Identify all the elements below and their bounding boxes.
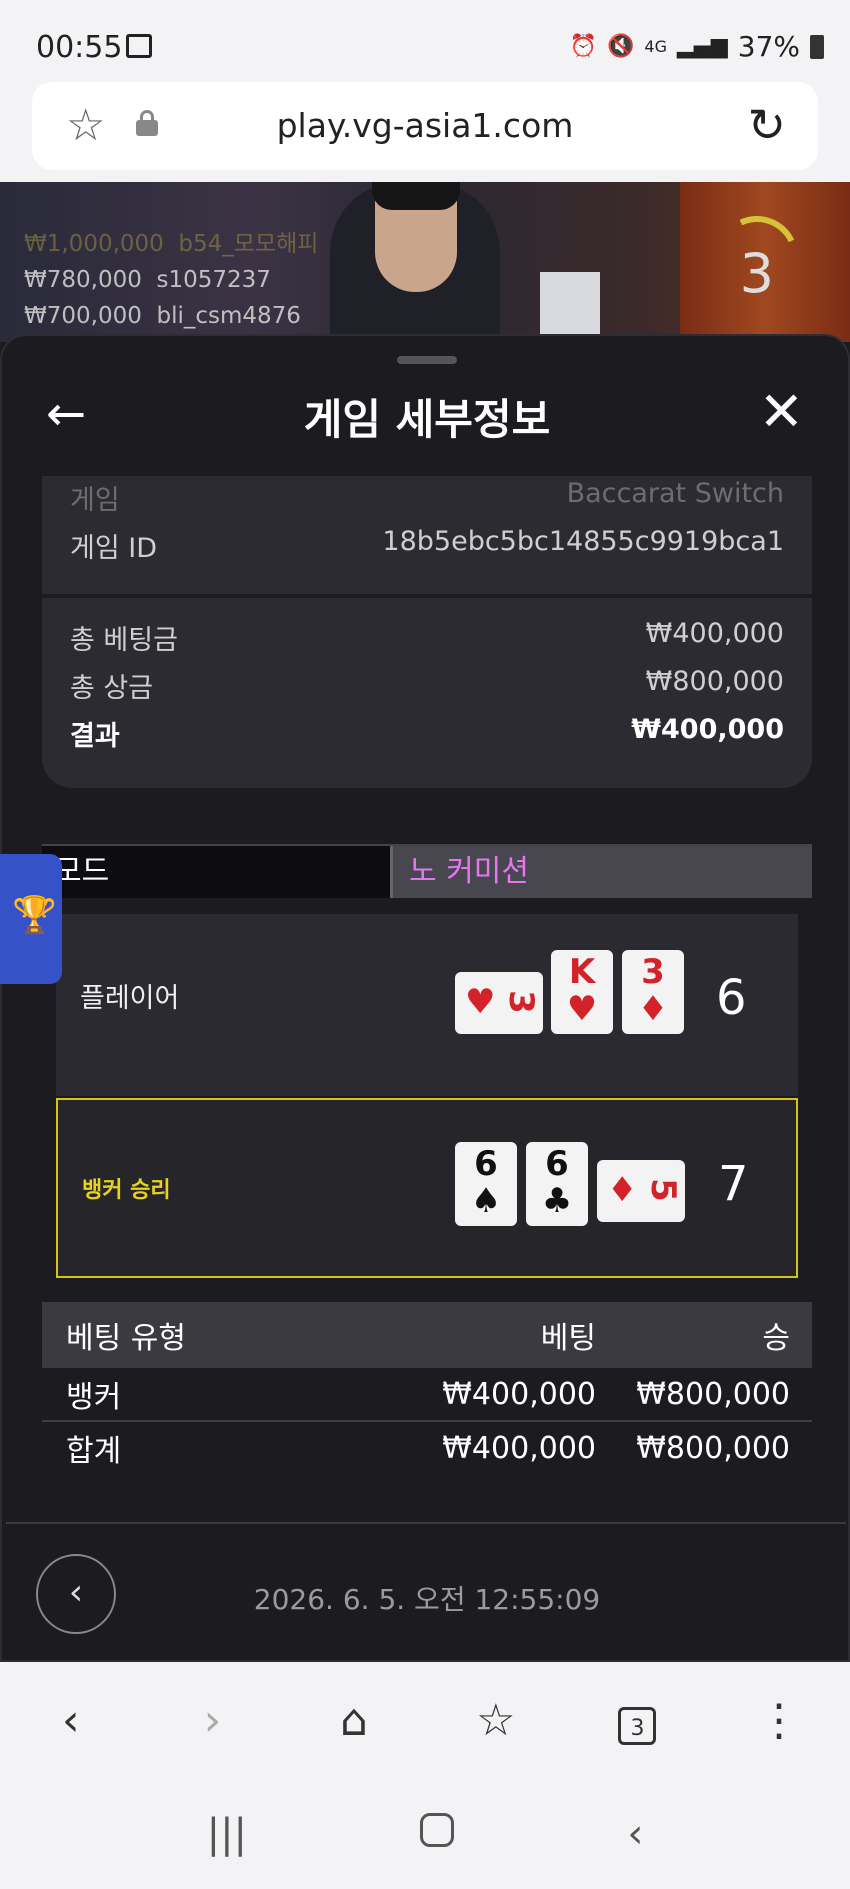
home-icon[interactable]: ⌂ — [314, 1695, 394, 1746]
close-icon[interactable]: ✕ — [759, 380, 804, 443]
signal-icon: ▂▄▆ — [677, 34, 728, 59]
leaderboard-tab[interactable]: 🏆 — [0, 854, 62, 984]
system-home-button[interactable] — [420, 1811, 455, 1857]
mode-value: 노 커미션 — [390, 846, 812, 898]
player-total: 6 — [716, 970, 747, 1026]
url-text[interactable]: play.vg-asia1.com — [32, 106, 818, 145]
browser-bottom-bar: ‹ › ⌂ ☆ 3 ⋮ — [0, 1662, 850, 1778]
round-datetime: 2026. 6. 5. 오전 12:55:09 — [253, 1583, 601, 1616]
winner-row: ₩700,000 bli_csm4876 — [24, 303, 301, 329]
bets-table: 베팅 유형 베팅 승 뱅커 ₩400,000 ₩800,000 합계 ₩400,… — [42, 1302, 812, 1474]
trophy-icon: 🏆 — [12, 895, 57, 936]
playing-card: 6 ♠ — [455, 1142, 517, 1226]
banker-hand: 뱅커 승리 6 ♠ 6 ♣ ♦ 5 7 — [56, 1098, 798, 1278]
status-icons: ⏰ 🔇 4G ▂▄▆ 37% — [570, 30, 824, 63]
system-nav-bar: ||| ‹ — [0, 1778, 850, 1889]
page-title: 게임 세부정보 — [303, 395, 551, 444]
mode-row: 모드 노 커미션 — [42, 844, 812, 898]
totals-card: 총 베팅금 ₩400,000 총 상금 ₩800,000 결과 ₩400,000 — [42, 598, 812, 788]
bookmarks-icon[interactable]: ☆ — [456, 1695, 536, 1746]
battery-percent: 37% — [737, 30, 800, 63]
game-info-card: 게임 Baccarat Switch 게임 ID 18b5ebc5bc14855c9… — [42, 476, 812, 594]
browser-back-icon[interactable]: ‹ — [31, 1695, 111, 1746]
status-bar: 00:55 ⏰ 🔇 4G ▂▄▆ 37% — [0, 0, 850, 82]
winner-row: ₩780,000 s1057237 — [24, 267, 271, 293]
more-menu-icon[interactable]: ⋮ — [739, 1695, 819, 1746]
divider — [6, 1522, 846, 1524]
game-details-sheet: ← 게임 세부정보 ✕ 게임 Baccarat Switch 게임 ID 18b5e… — [0, 334, 850, 1662]
result-row: 결과 ₩400,000 — [70, 714, 784, 752]
mode-label: 모드 — [42, 846, 390, 898]
alarm-icon: ⏰ — [569, 34, 598, 59]
game-row: 게임 Baccarat Switch — [70, 478, 784, 516]
table-header: 베팅 유형 베팅 승 — [42, 1302, 812, 1368]
reload-icon[interactable]: ↻ — [747, 98, 786, 152]
battery-icon — [810, 34, 824, 59]
address-bar[interactable]: ☆ play.vg-asia1.com ↻ — [32, 82, 818, 170]
clock: 00:55 — [36, 30, 123, 65]
player-label: 플레이어 — [80, 983, 180, 1014]
playing-card: ♦ 5 — [597, 1160, 685, 1222]
banker-total: 7 — [718, 1156, 749, 1212]
playing-card: K ♥ — [551, 950, 613, 1034]
playing-card: 6 ♣ — [526, 1142, 588, 1226]
table-row: 뱅커 ₩400,000 ₩800,000 — [42, 1368, 812, 1422]
browser-forward-icon[interactable]: › — [172, 1695, 252, 1746]
total-bet-row: 총 베팅금 ₩400,000 — [70, 618, 784, 656]
system-back-icon[interactable]: ‹ — [627, 1811, 643, 1857]
video-pillar — [540, 272, 600, 342]
dealer-hair — [372, 182, 460, 210]
live-video: ₩1,000,000 b54_모모해피 ₩780,000 s1057237 ₩7… — [0, 182, 850, 342]
banker-win-label: 뱅커 승리 — [82, 1178, 171, 1203]
game-id-row: 게임 ID 18b5ebc5bc14855c9919bca1 — [70, 526, 784, 564]
playing-card: 3 ♦ — [622, 950, 684, 1034]
playing-card: ♥ 3 — [455, 972, 543, 1034]
total-win-row: 총 상금 ₩800,000 — [70, 666, 784, 704]
player-hand: 플레이어 ♥ 3 K ♥ 3 ♦ 6 — [56, 914, 798, 1096]
tabs-button[interactable]: 3 — [597, 1695, 677, 1746]
image-notification-icon — [126, 34, 152, 58]
sheet-drag-handle[interactable] — [397, 356, 457, 364]
recent-apps-icon[interactable]: ||| — [207, 1811, 247, 1857]
mute-icon: 🔇 — [607, 34, 635, 59]
tabs-count-icon: 3 — [618, 1706, 657, 1745]
recent-winners: ₩1,000,000 b54_모모해피 ₩780,000 s1057237 ₩7… — [24, 226, 318, 334]
countdown-timer: 3 — [739, 242, 774, 305]
table-row-total: 합계 ₩400,000 ₩800,000 — [66, 1430, 790, 1470]
browser-toolbar: ☆ play.vg-asia1.com ↻ — [0, 82, 850, 182]
network-type: 4G — [644, 37, 667, 56]
winner-row: ₩1,000,000 b54_모모해피 — [24, 231, 319, 257]
